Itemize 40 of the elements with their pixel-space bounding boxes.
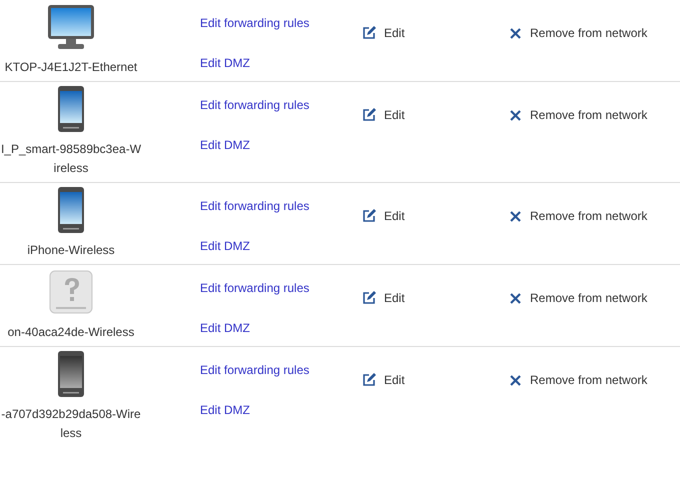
edit-link[interactable]: Edit	[384, 207, 405, 225]
device-link[interactable]: Edit forwarding rules	[200, 279, 310, 297]
close-icon	[510, 28, 521, 38]
edit-icon	[362, 373, 376, 387]
phone-icon	[58, 187, 84, 233]
remove-link[interactable]: Remove from network	[530, 289, 648, 307]
device-link[interactable]: Edit forwarding rules	[200, 14, 310, 32]
close-icon	[510, 110, 521, 120]
edit-icon	[362, 108, 376, 122]
remove-link[interactable]: Remove from network	[530, 24, 648, 42]
device-link[interactable]: Edit DMZ	[200, 136, 250, 154]
device-link[interactable]: Edit forwarding rules	[200, 361, 310, 379]
edit-link[interactable]: Edit	[384, 289, 405, 307]
unknown-device-icon	[48, 269, 94, 315]
remove-link[interactable]: Remove from network	[530, 106, 648, 124]
device-link[interactable]: Edit DMZ	[200, 401, 250, 419]
device-name: I_P_smart-98589bc3ea-Wireless	[0, 141, 142, 177]
device-name: iPhone-Wireless	[26, 242, 116, 259]
phone-icon	[58, 351, 84, 397]
edit-link[interactable]: Edit	[384, 24, 405, 42]
monitor-icon	[46, 4, 96, 50]
close-icon	[510, 292, 521, 304]
edit-icon	[362, 291, 376, 305]
phone-icon	[58, 86, 84, 132]
device-name: KTOP-J4E1J2T-Ethernet	[4, 59, 138, 76]
edit-link[interactable]: Edit	[384, 371, 405, 389]
edit-icon	[362, 26, 376, 40]
close-icon	[510, 210, 521, 222]
device-link[interactable]: Edit forwarding rules	[200, 197, 310, 215]
remove-link[interactable]: Remove from network	[530, 207, 648, 225]
edit-link[interactable]: Edit	[384, 106, 405, 124]
device-link[interactable]: Edit DMZ	[200, 319, 250, 337]
device-link[interactable]: Edit DMZ	[200, 237, 250, 255]
close-icon	[510, 374, 521, 386]
remove-link[interactable]: Remove from network	[530, 371, 648, 389]
device-link[interactable]: Edit forwarding rules	[200, 96, 310, 114]
device-link[interactable]: Edit DMZ	[200, 54, 250, 72]
edit-icon	[362, 209, 376, 223]
device-name: -a707d392b29da508-Wireless	[0, 406, 142, 442]
device-name: on-40aca24de-Wireless	[6, 324, 136, 341]
